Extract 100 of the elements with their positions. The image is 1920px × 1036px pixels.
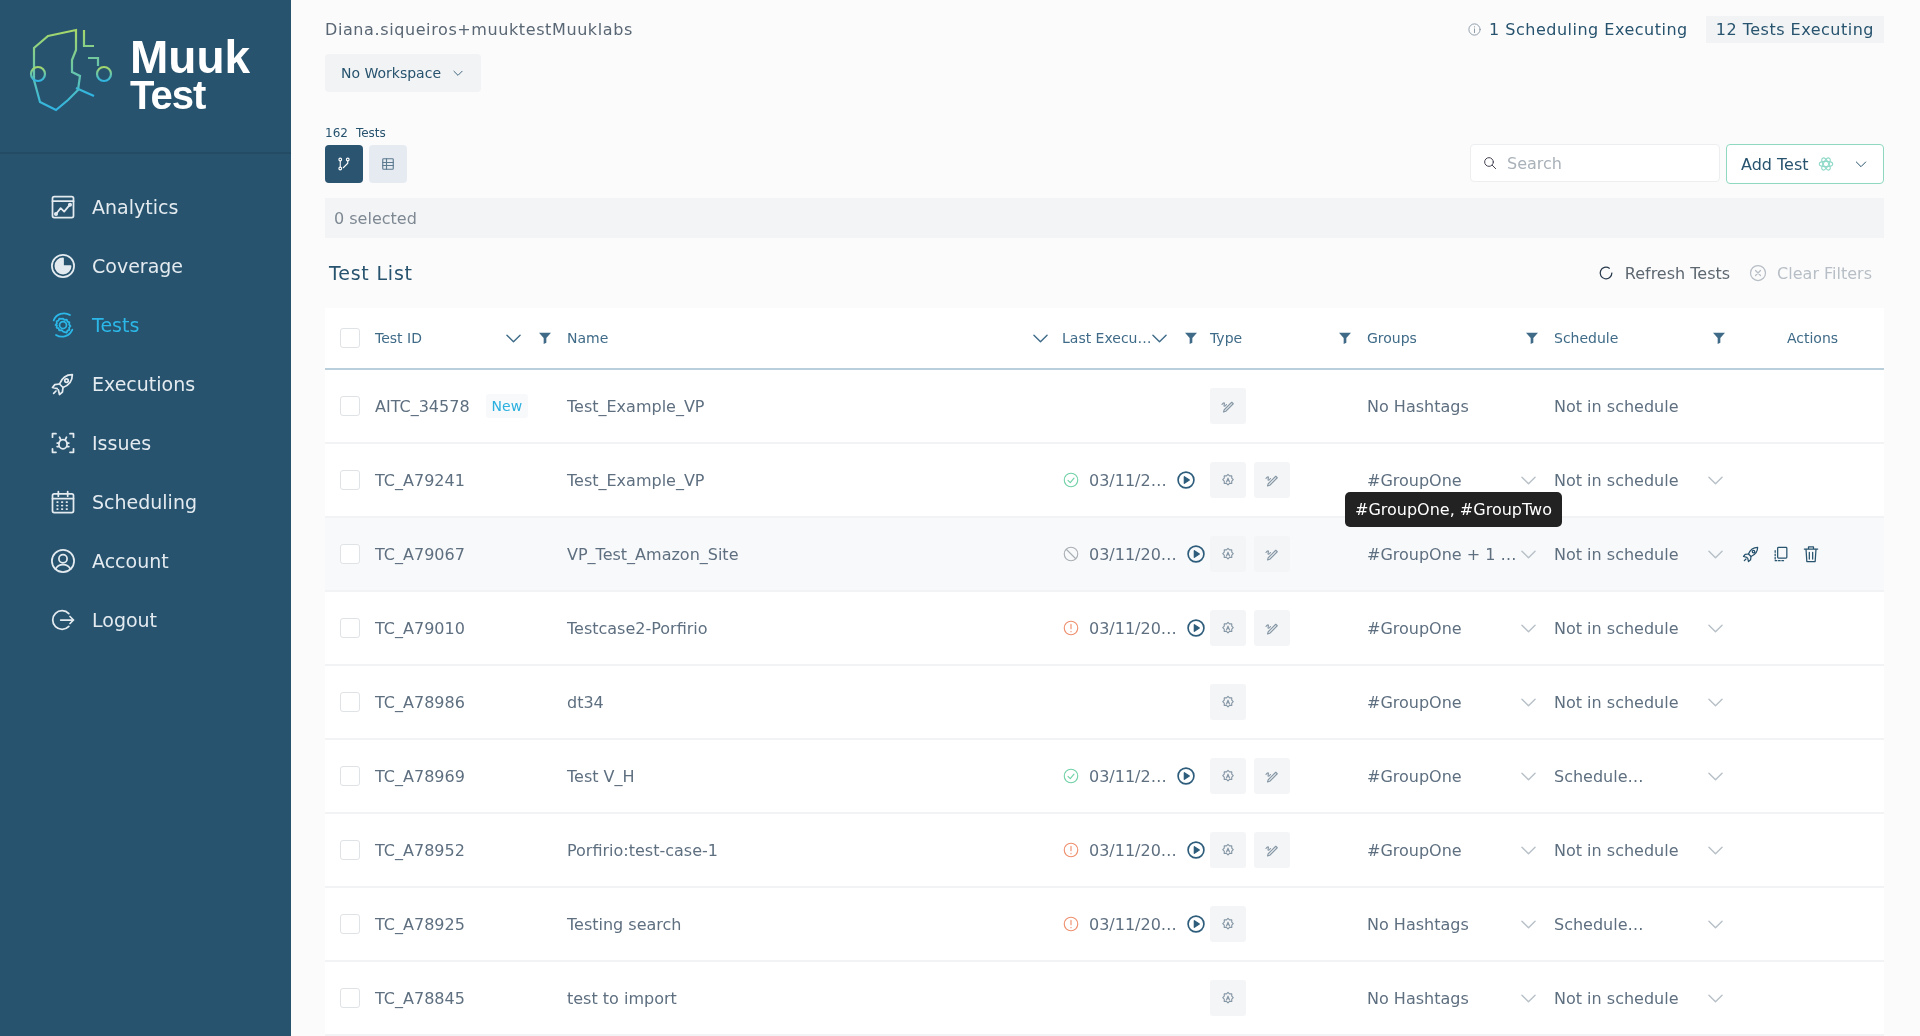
type-button[interactable] <box>1254 758 1290 794</box>
dropdown-chevron-icon <box>1521 549 1536 559</box>
table-row[interactable]: TC_A78986 dt34 #GroupOne Not in schedule <box>325 666 1884 740</box>
sort-chevron-icon <box>506 333 521 343</box>
type-button[interactable] <box>1254 610 1290 646</box>
type-button[interactable] <box>1210 980 1246 1016</box>
checkbox[interactable] <box>340 396 360 416</box>
checkbox[interactable] <box>340 618 360 638</box>
table-cell: Not in schedule <box>1554 618 1679 638</box>
filter-icon <box>1337 330 1353 346</box>
column-header[interactable]: Test ID <box>375 308 567 368</box>
type-button[interactable] <box>1254 536 1290 572</box>
type-button[interactable] <box>1210 462 1246 498</box>
dropdown-chevron-icon <box>1708 623 1723 633</box>
view-toggle[interactable] <box>369 145 407 183</box>
table-row[interactable]: TC_A79010 Testcase2-Porfirio 03/11/20… #GroupOne Not in schedule <box>325 592 1884 666</box>
table-cell: #GroupOne + 1 … <box>1367 544 1517 564</box>
type-button[interactable] <box>1210 684 1246 720</box>
table-cell: No Hashtags <box>1367 988 1469 1008</box>
table-row[interactable]: TC_A78952 Porfirio:test-case-1 03/11/20… #GroupOne Not in schedule <box>325 814 1884 888</box>
info-icon <box>1467 21 1483 37</box>
nav-item[interactable]: Scheduling <box>49 472 197 531</box>
type-button[interactable] <box>1254 462 1290 498</box>
table-cell: #GroupOne <box>1367 470 1462 490</box>
checkbox[interactable] <box>340 988 360 1008</box>
type-button[interactable] <box>1210 610 1246 646</box>
rocket-icon <box>1741 544 1761 564</box>
search-field[interactable]: Search <box>1470 144 1720 182</box>
table-cell: No Hashtags <box>1367 914 1469 934</box>
type-button[interactable] <box>1210 906 1246 942</box>
logo-text: Muuk Test <box>130 38 251 114</box>
nav-item[interactable]: Coverage <box>49 236 184 295</box>
table-cell: Schedule… <box>1554 766 1644 786</box>
column-header[interactable]: Groups <box>1367 308 1554 368</box>
type-button[interactable] <box>1254 832 1290 868</box>
table-row[interactable]: TC_A78845 test to import No Hashtags Not in schedule <box>325 962 1884 1036</box>
checkbox[interactable] <box>340 328 360 348</box>
type-button[interactable] <box>1210 758 1246 794</box>
type-button[interactable] <box>1210 832 1246 868</box>
nav-item[interactable]: Executions <box>49 354 196 413</box>
type-button[interactable] <box>1210 388 1246 424</box>
nav-item[interactable]: Analytics <box>49 177 179 236</box>
column-header[interactable]: Last Execu… <box>1062 308 1210 368</box>
checkbox[interactable] <box>340 470 360 490</box>
column-header[interactable]: Type <box>1210 308 1367 368</box>
dropdown-chevron-icon <box>1521 845 1536 855</box>
pie-chart-icon <box>49 251 77 280</box>
type-button[interactable] <box>1210 536 1246 572</box>
filter-icon <box>1524 330 1540 346</box>
table-row[interactable]: TC_A79067 VP_Test_Amazon_Site 03/11/20… #GroupOne + 1 … Not in schedule <box>325 518 1884 592</box>
checkbox[interactable] <box>340 544 360 564</box>
table-cell: TC_A78969 <box>375 766 465 786</box>
alert-icon <box>1062 915 1080 933</box>
table-cell: TC_A78952 <box>375 840 465 860</box>
column-header[interactable]: Actions <box>1741 308 1884 368</box>
table-cell: Not in schedule <box>1554 470 1679 490</box>
ban-icon <box>1062 545 1080 563</box>
table-cell: No Hashtags <box>1367 396 1469 416</box>
column-header[interactable]: Schedule <box>1554 308 1741 368</box>
table-cell: Not in schedule <box>1554 988 1679 1008</box>
nav-item[interactable]: Logout <box>49 590 158 649</box>
dropdown-chevron-icon <box>1521 697 1536 707</box>
branch-icon <box>335 155 353 173</box>
nav-item[interactable]: Tests <box>49 295 140 354</box>
scheduling-status[interactable]: 1 Scheduling Executing <box>1461 15 1694 43</box>
dropdown-chevron-icon <box>1521 993 1536 1003</box>
test-count-label: Tests <box>355 126 386 140</box>
table-row[interactable]: TC_A78925 Testing search 03/11/20… No Hashtags Schedule… <box>325 888 1884 962</box>
table-row[interactable]: TC_A78969 Test V_H 03/11/2… #GroupOne Schedule… <box>325 740 1884 814</box>
workspace-dropdown[interactable]: No Workspace <box>325 54 481 92</box>
table-cell: VP_Test_Amazon_Site <box>567 544 739 564</box>
nav-item[interactable]: Account <box>49 531 169 590</box>
table-cell: 03/11/20… <box>1089 914 1177 934</box>
table-cell: TC_A78986 <box>375 692 465 712</box>
table-cell: #GroupOne <box>1367 692 1462 712</box>
add-test-button[interactable]: Add Test <box>1726 144 1884 184</box>
checkbox[interactable] <box>340 766 360 786</box>
table-cell: Test_Example_VP <box>567 396 705 416</box>
checkbox[interactable] <box>340 840 360 860</box>
nav-item[interactable]: Issues <box>49 413 152 472</box>
checkbox[interactable] <box>340 692 360 712</box>
table-cell: 03/11/2… <box>1089 470 1167 490</box>
table-cell: TC_A79010 <box>375 618 465 638</box>
dropdown-chevron-icon <box>1708 549 1723 559</box>
dropdown-chevron-icon <box>1521 475 1536 485</box>
table-cell: Testcase2-Porfirio <box>567 618 708 638</box>
table-cell: TC_A79241 <box>375 470 465 490</box>
column-header[interactable]: Name <box>567 308 1062 368</box>
table-cell: #GroupOne <box>1367 618 1462 638</box>
checkbox[interactable] <box>340 914 360 934</box>
section-title: Test List <box>328 262 413 284</box>
tests-executing-badge[interactable]: 12 Tests Executing <box>1705 15 1884 43</box>
table-row[interactable]: AITC_34578 New Test_Example_VP No Hashtags Not in schedule <box>325 370 1884 444</box>
refresh-tests-button[interactable]: Refresh Tests <box>1595 263 1731 283</box>
alert-icon <box>1062 841 1080 859</box>
play-icon <box>1175 766 1196 786</box>
view-toggle[interactable] <box>325 145 363 183</box>
table-cell: Test_Example_VP <box>567 470 705 490</box>
play-icon <box>1175 470 1196 490</box>
check-circle-icon <box>1062 767 1080 785</box>
